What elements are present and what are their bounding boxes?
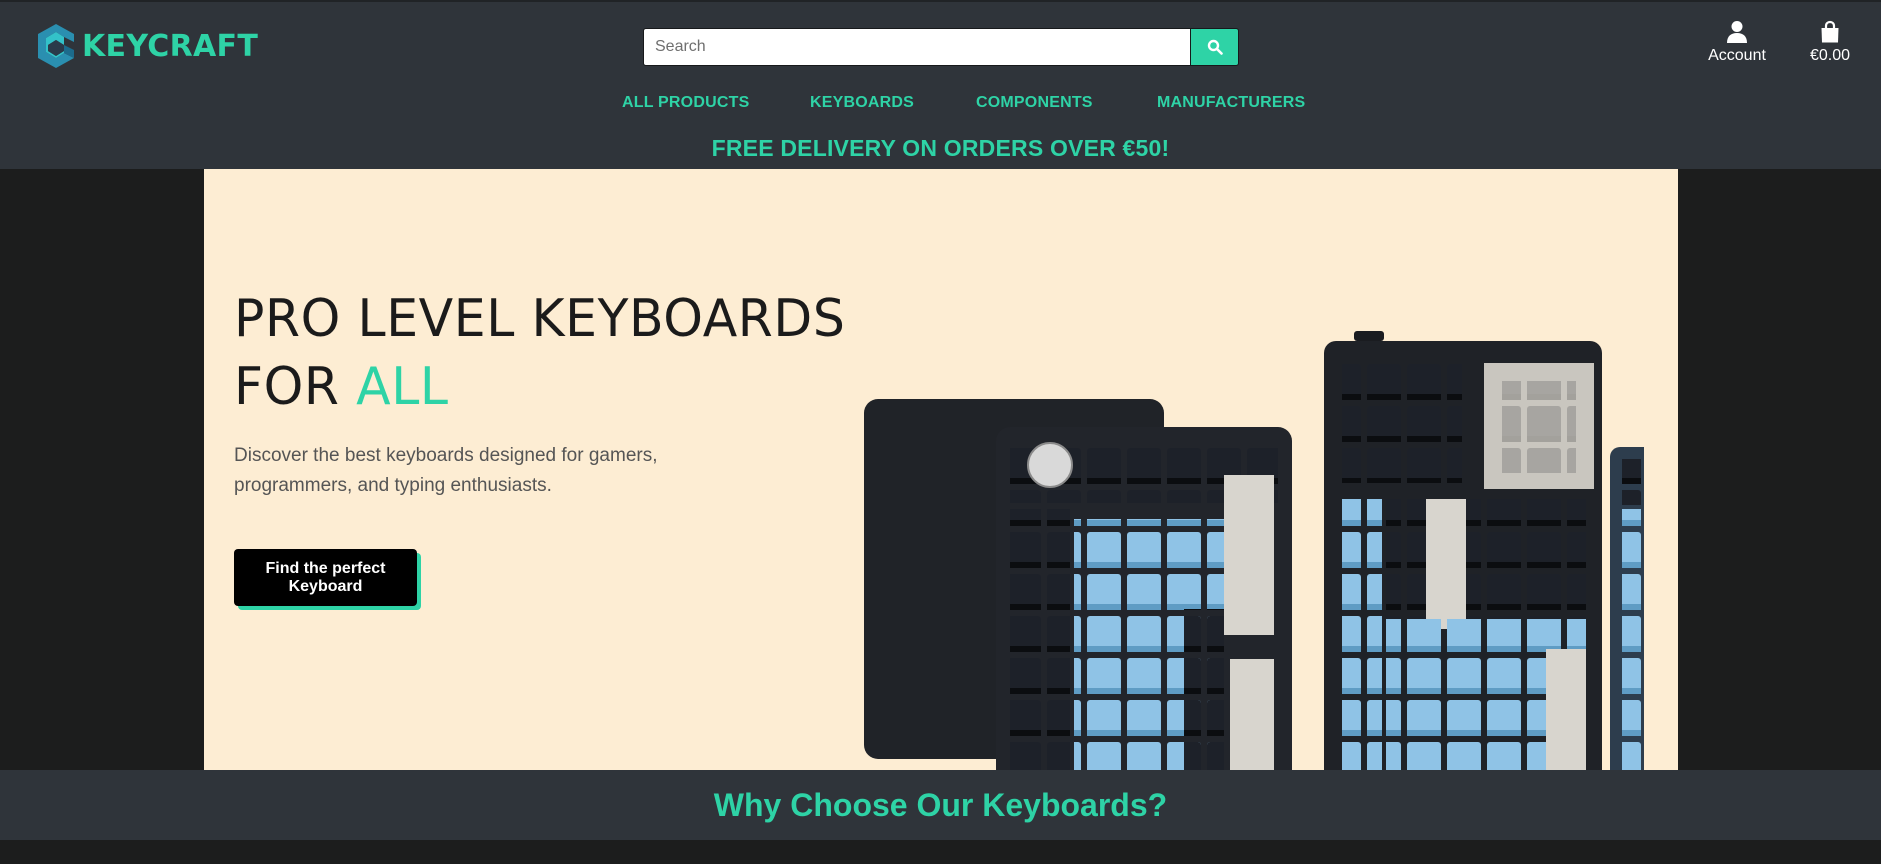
search-icon (1207, 39, 1223, 55)
account-link[interactable]: Account (1695, 20, 1779, 65)
why-choose-title: Why Choose Our Keyboards? (713, 787, 1168, 823)
nav-keyboards[interactable]: KEYBOARDS (810, 94, 914, 112)
search-button[interactable] (1190, 28, 1239, 66)
nav-manufacturers[interactable]: MANUFACTURERS (1157, 94, 1305, 112)
promo-banner: FREE DELIVERY ON ORDERS OVER €50! (711, 135, 1170, 161)
hero-subtitle: Discover the best keyboards designed for… (234, 445, 658, 496)
hero-title-accent: ALL (356, 357, 449, 417)
site-header: KEYCRAFT Account €0.00 ALL PRODUCTS KEYB… (0, 0, 1881, 169)
cart-total: €0.00 (1809, 47, 1851, 64)
nav-all-products[interactable]: ALL PRODUCTS (622, 94, 749, 112)
search-bar (643, 28, 1239, 66)
logo-link[interactable]: KEYCRAFT (34, 22, 258, 70)
logo-icon (38, 24, 74, 68)
hero-title-line1: PRO LEVEL KEYBOARDS (234, 289, 846, 349)
keyboards-image (864, 331, 1644, 770)
find-keyboard-button[interactable]: Find the perfect Keyboard (234, 549, 417, 606)
why-choose-section: Why Choose Our Keyboards? (0, 770, 1881, 840)
hero-title-line2: FOR (234, 357, 357, 417)
hero-title: PRO LEVEL KEYBOARDS FOR ALL (234, 285, 845, 421)
main-nav: ALL PRODUCTS KEYBOARDS COMPONENTS MANUFA… (0, 94, 1881, 118)
shopping-bag-icon (1821, 20, 1839, 43)
cart-link[interactable]: €0.00 (1800, 20, 1860, 65)
search-input[interactable] (643, 28, 1190, 66)
account-label: Account (1708, 47, 1766, 64)
brand-name: KEYCRAFT (82, 28, 259, 64)
hero-section: PRO LEVEL KEYBOARDS FOR ALL Discover the… (204, 169, 1678, 770)
user-icon (1727, 21, 1747, 43)
page-background-strip (0, 840, 1881, 864)
nav-components[interactable]: COMPONENTS (976, 94, 1093, 112)
